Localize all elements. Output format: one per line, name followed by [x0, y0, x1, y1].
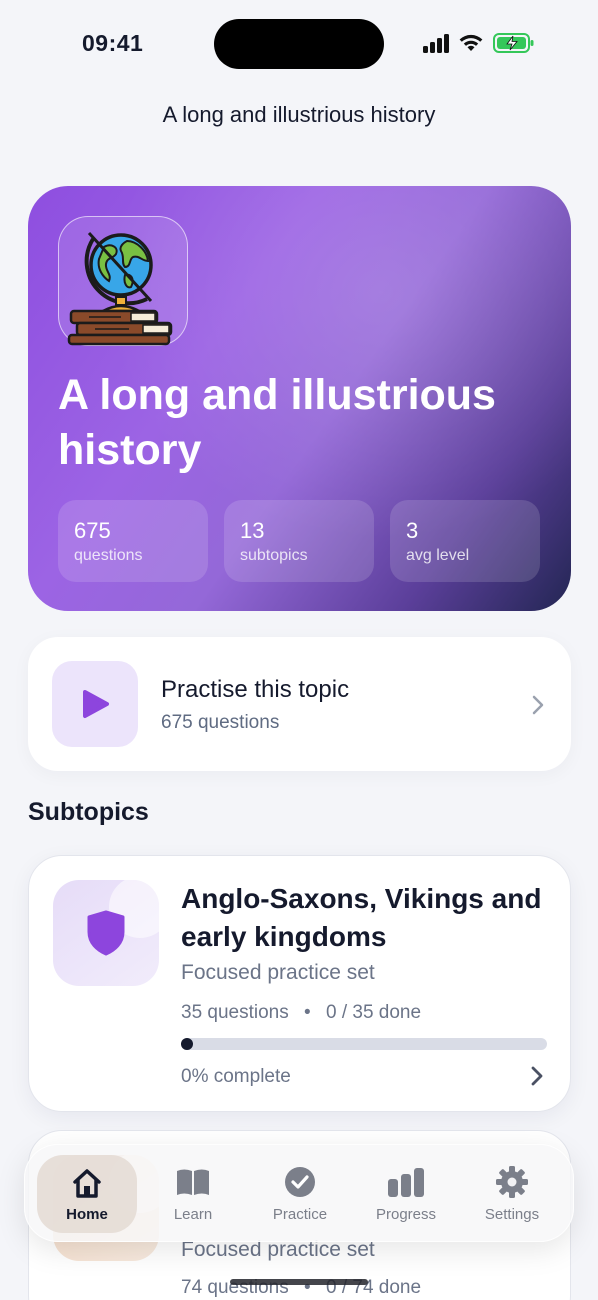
subtopic-title: Anglo-Saxons, Vikings and early kingdoms — [181, 883, 542, 952]
play-icon-frame — [52, 661, 138, 747]
status-bar: 09:41 — [0, 0, 598, 90]
subtopic-description: Focused practice set — [181, 961, 375, 984]
tab-bar: Home Learn Practice Progress Settings — [24, 1144, 574, 1242]
home-icon — [37, 1165, 137, 1201]
bar-chart-icon — [356, 1165, 456, 1201]
stat-label: subtopics — [240, 547, 308, 564]
play-icon — [83, 690, 109, 718]
tab-label: Practice — [272, 1206, 328, 1223]
topic-icon-frame — [58, 216, 188, 346]
practise-topic-button[interactable]: Practise this topic 675 questions — [28, 637, 571, 771]
gear-icon — [462, 1165, 562, 1201]
globe-books-icon — [67, 231, 173, 346]
topic-hero-card: A long and illustrious history 675 quest… — [28, 186, 571, 611]
stat-questions: 675 questions — [58, 500, 208, 582]
tab-label: Home — [66, 1206, 108, 1223]
tab-label: Progress — [375, 1206, 437, 1223]
chevron-right-icon — [532, 695, 544, 715]
wifi-icon — [459, 34, 483, 51]
tab-practice[interactable]: Practice — [250, 1155, 350, 1233]
status-time: 09:41 — [82, 30, 144, 56]
tab-learn[interactable]: Learn — [143, 1155, 243, 1233]
percent-complete: 0% complete — [181, 1066, 291, 1087]
checkmark-circle-icon — [250, 1165, 350, 1201]
tab-settings[interactable]: Settings — [462, 1155, 562, 1233]
practise-subtitle: 675 questions — [161, 712, 280, 733]
topic-title: A long and illustrious history — [58, 371, 496, 474]
tab-home[interactable]: Home — [37, 1155, 137, 1233]
battery-charging-icon — [493, 33, 534, 53]
stat-label: questions — [74, 547, 143, 564]
stat-value: 13 — [240, 518, 265, 543]
subtopic-card[interactable]: Anglo-Saxons, Vikings and early kingdoms… — [28, 855, 571, 1112]
practise-title: Practise this topic — [161, 676, 350, 703]
section-title: Subtopics — [28, 798, 149, 826]
cellular-signal-icon — [423, 33, 449, 53]
subtopic-meta: 35 questions • 0 / 35 done — [181, 1002, 421, 1024]
status-icons — [423, 32, 535, 54]
chevron-right-icon — [531, 1066, 543, 1086]
question-count: 35 questions — [181, 1002, 289, 1023]
book-icon — [143, 1165, 243, 1201]
stat-value: 3 — [406, 518, 419, 543]
subtopic-icon-frame — [53, 880, 159, 986]
stat-value: 675 — [74, 518, 111, 543]
progress-indicator — [181, 1038, 193, 1050]
stat-label: avg level — [406, 547, 470, 564]
tab-label: Learn — [173, 1206, 213, 1223]
home-indicator — [230, 1279, 368, 1285]
tab-label: Settings — [484, 1206, 540, 1223]
progress-bar — [181, 1038, 547, 1050]
done-count: 0 / 35 done — [325, 1002, 422, 1023]
tab-progress[interactable]: Progress — [356, 1155, 456, 1233]
meta-separator: • — [304, 1002, 311, 1023]
nav-title: A long and illustrious history — [162, 102, 436, 127]
stat-subtopics: 13 subtopics — [224, 500, 374, 582]
shield-icon — [87, 910, 125, 956]
stat-avg-level: 3 avg level — [390, 500, 540, 582]
dynamic-island — [214, 19, 384, 69]
